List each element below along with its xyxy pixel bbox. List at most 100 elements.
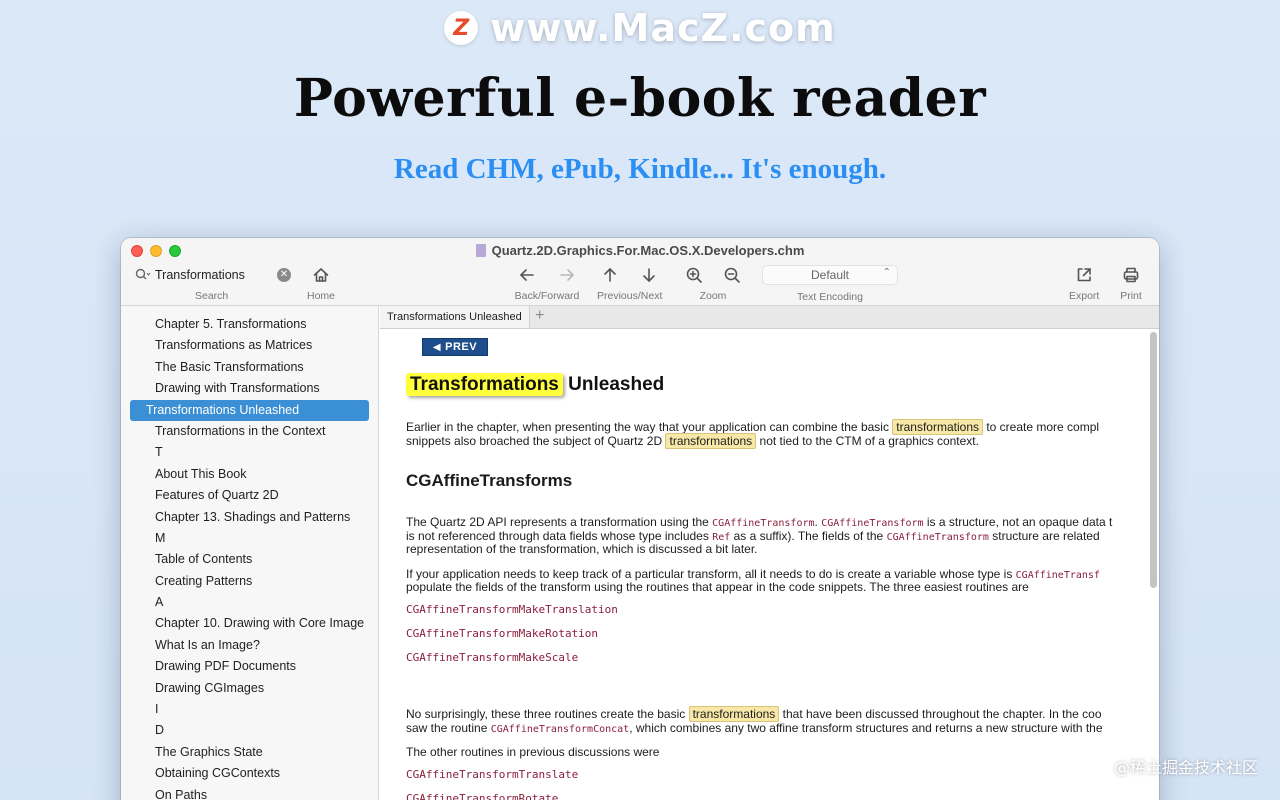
print-label: Print [1120,290,1142,302]
sidebar-item[interactable]: D [130,720,369,741]
zoom-toolbar-item: Zoom [681,264,745,302]
search-match[interactable]: transformations [892,419,983,435]
search-match[interactable]: transformations [688,706,780,722]
paragraph-1-line-2: snippets also broached the subject of Qu… [406,433,979,449]
text-encoding-label: Text Encoding [797,291,863,303]
back-forward-label: Back/Forward [514,290,580,302]
text-encoding-toolbar-item: Default ⌃ Text Encoding [762,265,898,303]
search-icon [135,268,151,282]
sidebar-item[interactable]: M [130,528,369,549]
export-toolbar-item[interactable]: Export [1069,264,1099,302]
home-icon[interactable] [308,264,334,286]
inline-code: CGAffineTransform [886,532,989,543]
previous-next-toolbar-item: Previous/Next [597,264,662,302]
search-field[interactable]: Transformations ✕ [129,263,297,287]
sidebar-item[interactable]: Drawing CGImages [130,678,369,699]
text-encoding-select[interactable]: Default ⌃ [762,265,898,285]
sidebar-item[interactable]: About This Book [130,464,369,485]
subsection-heading: CGAffineTransforms [406,471,573,490]
sidebar-item[interactable]: Creating Patterns [130,571,369,592]
window-title: Quartz.2D.Graphics.For.Mac.OS.X.Develope… [121,243,1159,258]
tab-transformations-unleashed[interactable]: Transformations Unleashed [380,306,530,328]
paragraph-4-line-1: No surprisingly, these three routines cr… [406,706,1102,722]
titlebar: Quartz.2D.Graphics.For.Mac.OS.X.Develope… [121,238,1159,306]
sidebar-item[interactable]: I [130,699,369,720]
watermark: @稀土掘金技术社区 [1113,758,1258,777]
code-line: CGAffineTransformMakeScale [406,651,579,664]
paragraph-5: The other routines in previous discussio… [406,745,660,759]
previous-arrow-icon[interactable] [597,264,623,286]
vertical-scrollbar[interactable] [1150,332,1157,588]
sidebar-item[interactable]: Drawing with Transformations [130,378,369,399]
subheadline: Read CHM, ePub, Kindle... It's enough. [393,153,887,185]
previous-next-label: Previous/Next [597,290,663,302]
zoom-out-icon[interactable] [719,264,745,286]
sidebar-item[interactable]: Chapter 5. Transformations [130,314,369,335]
document-content: ◀ PREV Transformations Unleashed Earlier… [380,330,1147,800]
sidebar-item[interactable]: Chapter 13. Shadings and Patterns [130,507,369,528]
text: The Quartz 2D API represents a transform… [406,515,713,529]
back-forward-toolbar-item: Back/Forward [514,264,580,302]
text: Earlier in the chapter, when presenting … [406,420,893,434]
code-line: CGAffineTransformMakeRotation [406,627,599,640]
inline-code: CGAffineTransform [712,518,815,529]
brand-site-text: www.MacZ.com [490,6,836,50]
text: is not referenced through data fields wh… [406,529,713,543]
clear-search-icon[interactable]: ✕ [277,268,291,282]
sidebar-item-selected[interactable]: Transformations Unleashed [130,399,369,421]
search-input[interactable]: Transformations [155,268,273,282]
text: saw the routine [406,721,491,735]
next-arrow-icon[interactable] [636,264,662,286]
zoom-label: Zoom [699,290,727,302]
text: to create more compl [983,420,1100,434]
search-match[interactable]: transformations [665,433,757,449]
updown-chevron-icon: ⌃ [882,267,891,278]
sidebar-item[interactable]: Transformations in the Context [130,421,369,442]
prev-page-button[interactable]: ◀ PREV [422,338,488,356]
text: snippets also broached the subject of Qu… [406,434,666,448]
section-heading: Transformations Unleashed [406,373,665,396]
forward-arrow-icon[interactable] [554,264,580,286]
headline: Powerful e-book reader [293,68,987,129]
sidebar-item[interactable]: Table of Contents [130,549,369,570]
export-label: Export [1069,290,1100,302]
code-line: CGAffineTransformTranslate [406,768,579,781]
printer-icon[interactable] [1118,264,1144,286]
sidebar-item[interactable]: Obtaining CGContexts [130,763,369,784]
heading-rest-text: Unleashed [562,374,665,395]
inline-code: CGAffineTransformConcat [490,724,630,735]
prev-label: PREV [445,341,478,353]
code-line: CGAffineTransformRotate [406,792,559,800]
sidebar-item[interactable]: Features of Quartz 2D [130,485,369,506]
tab-bar: Transformations Unleashed + [380,306,1159,329]
text: as a suffix). The fields of the [730,529,887,543]
home-toolbar-item[interactable]: Home [307,264,335,302]
window-title-text: Quartz.2D.Graphics.For.Mac.OS.X.Develope… [491,243,805,258]
brand-banner: Z www.MacZ.com [0,6,1280,50]
export-icon[interactable] [1071,264,1097,286]
print-toolbar-item[interactable]: Print [1118,264,1144,302]
sidebar-item[interactable]: The Graphics State [130,742,369,763]
document-icon [475,244,486,257]
sidebar-item[interactable]: Transformations as Matrices [130,335,369,356]
text: that have been discussed throughout the … [779,707,1102,721]
sidebar-item[interactable]: A [130,592,369,613]
sidebar-item[interactable]: On Paths [130,785,369,800]
search-highlight: Transformations [406,373,563,396]
zoom-in-icon[interactable] [681,264,707,286]
brand-logo-icon: Z [444,11,479,45]
sidebar-item[interactable]: The Basic Transformations [130,357,369,378]
text: not tied to the CTM of a graphics contex… [756,434,979,448]
text: is a structure, not an opaque data t [923,515,1113,529]
text-encoding-value: Default [810,268,850,282]
sidebar-item[interactable]: Drawing PDF Documents [130,656,369,677]
text: No surprisingly, these three routines cr… [406,707,689,721]
code-line: CGAffineTransformMakeTranslation [406,603,618,616]
text: structure are related [988,529,1100,543]
sidebar-item[interactable]: What Is an Image? [130,635,369,656]
back-arrow-icon[interactable] [514,264,540,286]
sidebar-item[interactable]: T [130,442,369,463]
add-tab-icon[interactable]: + [530,306,550,328]
text: If your application needs to keep track … [406,567,1016,581]
sidebar-item[interactable]: Chapter 10. Drawing with Core Image [130,613,369,634]
